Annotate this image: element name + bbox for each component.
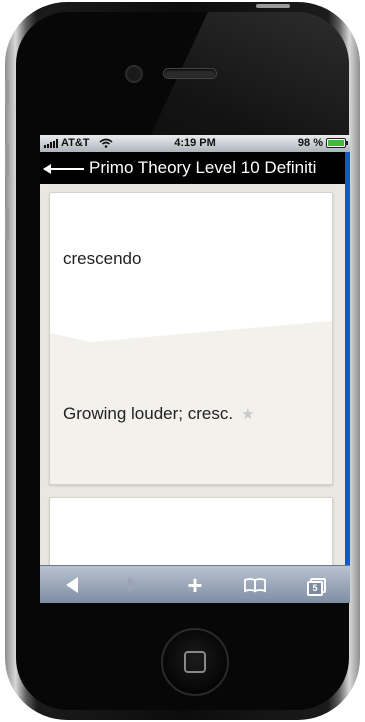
earpiece-speaker bbox=[163, 68, 217, 79]
battery-icon bbox=[326, 138, 348, 148]
back-arrow-icon[interactable] bbox=[43, 164, 84, 174]
bookmarks-icon bbox=[244, 578, 266, 593]
card-term: crescendo bbox=[63, 249, 142, 268]
forward-icon bbox=[128, 577, 140, 593]
card-front-face bbox=[50, 193, 332, 342]
back-icon bbox=[66, 577, 78, 593]
screen: AT&T 4:19 PM 98 % Primo Theory Level 10 … bbox=[40, 135, 350, 603]
back-button[interactable] bbox=[52, 566, 92, 603]
browser-toolbar: + 5 bbox=[40, 565, 350, 603]
sleep-button bbox=[256, 4, 290, 8]
definition-text: Growing louder; cresc. bbox=[63, 404, 234, 423]
forward-button[interactable] bbox=[114, 566, 154, 603]
page-title: Primo Theory Level 10 Definiti bbox=[89, 158, 317, 177]
nav-bar: Primo Theory Level 10 Definiti bbox=[40, 152, 346, 184]
mute-switch bbox=[5, 80, 9, 106]
add-icon: + bbox=[187, 570, 203, 600]
battery-group: 98 % bbox=[297, 137, 348, 149]
add-button[interactable]: + bbox=[175, 566, 215, 603]
scrollbar[interactable] bbox=[345, 152, 350, 603]
volume-down-button bbox=[5, 208, 9, 240]
status-bar: AT&T 4:19 PM 98 % bbox=[40, 135, 350, 152]
front-camera bbox=[125, 65, 143, 83]
tabs-count: 5 bbox=[307, 581, 323, 596]
card-definition: Growing louder; cresc. ★ bbox=[63, 404, 255, 424]
star-icon[interactable]: ★ bbox=[241, 406, 254, 423]
home-square-icon bbox=[184, 651, 206, 673]
battery-fill bbox=[328, 140, 344, 146]
flashcard[interactable]: crescendo Growing louder; cresc. ★ bbox=[49, 192, 333, 485]
bookmarks-button[interactable] bbox=[235, 566, 275, 603]
volume-up-button bbox=[5, 145, 9, 177]
tabs-button[interactable]: 5 bbox=[295, 566, 335, 603]
tabs-icon: 5 bbox=[307, 578, 326, 596]
home-button[interactable] bbox=[161, 628, 229, 696]
battery-percent: 98 % bbox=[297, 137, 323, 149]
